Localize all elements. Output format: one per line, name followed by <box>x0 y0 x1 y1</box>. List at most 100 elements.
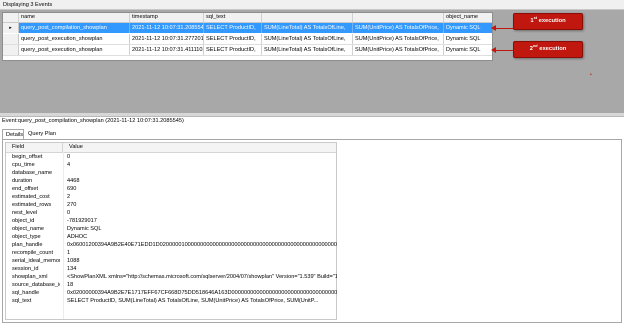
column-header-object-name[interactable]: object_name <box>444 13 492 22</box>
event-object-name-cell: Dynamic SQL <box>446 47 481 53</box>
detail-field: estimated_rows <box>12 202 52 208</box>
event-sql-line-total-cell: SUM(LineTotal) AS TotalsOfLine, <box>262 45 353 55</box>
detail-field: database_name <box>12 170 53 176</box>
detail-field: end_offset <box>12 186 39 192</box>
callout-arrow-left-icon <box>491 47 496 53</box>
detail-field: duration <box>12 178 33 184</box>
detail-field: object_name <box>12 226 45 232</box>
row-selector <box>3 34 19 44</box>
detail-value: -781929017 <box>67 218 97 224</box>
detail-row[interactable]: recompile_count 1 <box>6 250 336 258</box>
callout-text: execution <box>539 46 567 52</box>
detail-value: Dynamic SQL <box>67 226 102 232</box>
event-sql-unit-price-cell: SUM(UnitPrice) AS TotalsOfPrice, <box>353 45 444 55</box>
events-count-header: Displaying 3 Events <box>0 0 624 10</box>
detail-row[interactable]: object_type ADHOC <box>6 234 336 242</box>
event-sql-unit-price-cell: SUM(UnitPrice) AS TotalsOfPrice, <box>353 34 444 44</box>
detail-value: 0 <box>67 210 71 216</box>
detail-row[interactable]: sql_text SELECT ProductID, SUM(LineTotal)… <box>6 298 336 306</box>
event-name-cell: query_post_execution_showplan <box>19 34 130 44</box>
detail-row[interactable]: begin_offset 0 <box>6 154 336 162</box>
detail-value: ADHOC <box>67 234 88 240</box>
detail-value: 4 <box>67 162 71 168</box>
current-row-arrow-icon: ▸ <box>3 23 19 33</box>
tab-details[interactable]: Details <box>2 129 24 139</box>
row-selector-header <box>3 13 19 22</box>
detail-field: sql_handle <box>12 290 40 296</box>
event-timestamp-cell: 2021-11-12 10:07:31.4111102 <box>132 45 204 55</box>
detail-value: 134 <box>67 266 77 272</box>
event-name-cell: query_post_execution_showplan <box>19 45 130 55</box>
detail-value: 270 <box>67 202 77 208</box>
detail-field: serial_ideal_memor... <box>12 258 60 264</box>
details-table-header: Field Value <box>6 143 336 153</box>
tab-query-plan[interactable]: Query Plan <box>25 129 59 139</box>
callout-arrow-line <box>495 50 514 51</box>
second-execution-callout: 2nd execution <box>513 41 583 58</box>
detail-row[interactable]: duration 4468 <box>6 178 336 186</box>
detail-value: 18 <box>67 282 74 288</box>
detail-row[interactable]: end_offset 690 <box>6 186 336 194</box>
first-execution-callout: 1st execution <box>513 13 583 30</box>
detail-row[interactable]: serial_ideal_memor... 1088 <box>6 258 336 266</box>
detail-row[interactable]: estimated_rows 270 <box>6 202 336 210</box>
detail-row[interactable]: showplan_xml <ShowPlanXML xmlns="http://s… <box>6 274 337 282</box>
details-panel: Field Value begin_offset 0 cpu_time 4 data… <box>2 139 622 323</box>
column-header-blank-2[interactable] <box>353 13 444 22</box>
callout-arrow-left-icon <box>491 25 496 31</box>
event-sql-unit-price-cell: SUM(UnitPrice) AS TotalsOfPrice, <box>353 23 444 33</box>
detail-value: 4468 <box>67 178 80 184</box>
detail-field: object_id <box>12 218 35 224</box>
detail-field: cpu_time <box>12 162 35 168</box>
detail-field: sql_text <box>12 298 32 304</box>
detail-row[interactable]: object_id -781929017 <box>6 218 336 226</box>
event-sql-text-cell: SELECT ProductID, <box>204 23 262 33</box>
detail-field: recompile_count <box>12 250 54 256</box>
event-name-cell: query_post_compilation_showplan <box>19 23 130 33</box>
detail-value: 690 <box>67 186 77 192</box>
callout-ordinal-suffix: st <box>533 16 537 20</box>
detail-row[interactable]: object_name Dynamic SQL <box>6 226 336 234</box>
event-sql-text-cell: SELECT ProductID, <box>204 45 262 55</box>
detail-field: session_id <box>12 266 39 272</box>
detail-row[interactable]: database_name <box>6 170 336 178</box>
detail-value: 1 <box>67 250 71 256</box>
events-grid-panel: name timestamp sql_text object_name ▸ qu… <box>0 10 624 113</box>
event-sql-line-total-cell: SUM(LineTotal) AS TotalsOfLine, <box>262 23 353 33</box>
event-timestamp-cell: 2021-11-12 10:07:31.2085545 <box>132 23 204 33</box>
event-row[interactable]: query_post_execution_showplan 2021-11-12… <box>3 45 492 56</box>
detail-value: <ShowPlanXML xmlns="http://schemas.micro… <box>67 274 337 280</box>
events-count-label: Displaying 3 Events <box>3 2 53 8</box>
callout-ordinal-suffix: nd <box>532 44 538 48</box>
detail-row[interactable]: nest_level 0 <box>6 210 336 218</box>
events-grid-header: name timestamp sql_text object_name <box>3 13 492 23</box>
detail-value: 1088 <box>67 258 80 264</box>
detail-field: nest_level <box>12 210 38 216</box>
detail-row[interactable]: source_database_id 18 <box>6 282 336 290</box>
event-row[interactable]: query_post_execution_showplan 2021-11-12… <box>3 34 492 45</box>
detail-value: 0x02000000394A9B2E7E1717EFF67CF668D75DD5… <box>67 290 337 296</box>
detail-field: estimated_cost <box>12 194 50 200</box>
detail-value: 2 <box>67 194 71 200</box>
event-timestamp-cell: 2021-11-12 10:07:31.2772010 <box>132 34 204 44</box>
detail-row[interactable]: sql_handle 0x02000000394A9B2E7E1717EFF67C… <box>6 290 337 298</box>
event-row[interactable]: ▸ query_post_compilation_showplan 2021-1… <box>3 23 492 33</box>
column-header-value[interactable]: Value <box>63 143 338 152</box>
detail-row[interactable]: cpu_time 4 <box>6 162 336 170</box>
details-table[interactable]: Field Value begin_offset 0 cpu_time 4 data… <box>5 142 337 320</box>
event-object-name-cell: Dynamic SQL <box>446 25 481 31</box>
event-sql-line-total-cell: SUM(LineTotal) AS TotalsOfLine, <box>262 34 353 44</box>
detail-field: source_database_id <box>12 282 60 288</box>
detail-row[interactable]: session_id 134 <box>6 266 336 274</box>
column-header-name[interactable]: name <box>19 13 130 22</box>
column-header-field[interactable]: Field <box>6 143 63 152</box>
detail-field: showplan_xml <box>12 274 48 280</box>
column-header-sql-text[interactable]: sql_text <box>204 13 262 22</box>
events-grid[interactable]: name timestamp sql_text object_name ▸ qu… <box>2 12 493 61</box>
column-header-blank-1[interactable] <box>262 13 353 22</box>
detail-row[interactable]: plan_handle 0x06001200394A9B2E40E71EDD1D0… <box>6 242 337 250</box>
stray-mark-icon: • <box>590 72 592 78</box>
event-object-name-cell: Dynamic SQL <box>446 36 481 42</box>
column-header-timestamp[interactable]: timestamp <box>130 13 204 22</box>
detail-row[interactable]: estimated_cost 2 <box>6 194 336 202</box>
